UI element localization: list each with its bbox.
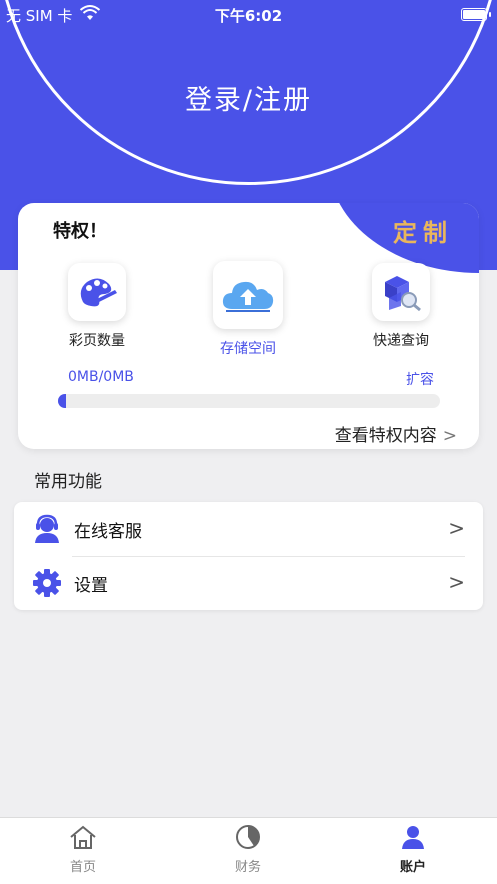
login-register-link[interactable]: 登录/注册 bbox=[0, 78, 497, 117]
gear-icon bbox=[33, 569, 61, 597]
user-icon bbox=[402, 826, 424, 849]
pie-chart-icon bbox=[236, 825, 260, 849]
privilege-title: 特权！ bbox=[53, 221, 107, 242]
tab-account[interactable]: 账户 bbox=[363, 824, 463, 875]
menu-label: 设置 bbox=[74, 576, 108, 596]
storage-progress-fill bbox=[58, 394, 66, 408]
chevron-right-icon: > bbox=[448, 570, 465, 594]
common-functions-menu: 在线客服 > 设置 > bbox=[14, 502, 483, 610]
privilege-card: 定制 特权！ 彩页数量 存储空间 快递查询 0MB/0MB 扩容 查看特权内容 … bbox=[18, 203, 479, 449]
clock: 下午6:02 bbox=[214, 7, 283, 25]
tab-home[interactable]: 首页 bbox=[33, 824, 133, 875]
cloud-storage-icon bbox=[213, 261, 283, 329]
tab-finance[interactable]: 财务 bbox=[198, 824, 298, 875]
menu-item-settings[interactable]: 设置 > bbox=[14, 556, 483, 610]
bottom-tab-bar: 首页 财务 账户 bbox=[0, 817, 497, 884]
feature-storage[interactable]: 存储空间 bbox=[193, 261, 303, 358]
feature-label: 存储空间 bbox=[220, 341, 276, 357]
custom-label[interactable]: 定制 bbox=[393, 213, 453, 248]
expand-button[interactable]: 扩容 bbox=[406, 369, 434, 389]
chevron-right-icon: > bbox=[442, 426, 457, 446]
feature-label: 彩页数量 bbox=[69, 333, 125, 349]
tab-label: 财务 bbox=[234, 860, 261, 875]
menu-item-customer-service[interactable]: 在线客服 > bbox=[14, 502, 483, 556]
feature-express[interactable]: 快递查询 bbox=[346, 263, 456, 350]
status-bar: 无 SIM 卡 下午6:02 bbox=[0, 0, 497, 30]
view-privileges-label: 查看特权内容 bbox=[334, 426, 437, 446]
storage-progress-bar bbox=[58, 394, 440, 408]
view-privileges-link[interactable]: 查看特权内容 > bbox=[335, 421, 457, 446]
tab-label: 账户 bbox=[399, 860, 426, 875]
home-icon bbox=[70, 825, 96, 849]
express-query-icon bbox=[372, 263, 430, 321]
color-page-icon bbox=[68, 263, 126, 321]
chevron-right-icon: > bbox=[448, 516, 465, 540]
storage-usage: 0MB/0MB bbox=[68, 369, 134, 385]
menu-label: 在线客服 bbox=[74, 522, 142, 542]
tab-label: 首页 bbox=[69, 860, 96, 875]
customer-service-icon bbox=[35, 514, 59, 543]
feature-label: 快递查询 bbox=[373, 333, 429, 349]
section-title: 常用功能 bbox=[34, 472, 102, 492]
feature-color-pages[interactable]: 彩页数量 bbox=[42, 263, 152, 350]
battery-icon bbox=[461, 8, 487, 21]
battery-tip bbox=[489, 12, 491, 17]
